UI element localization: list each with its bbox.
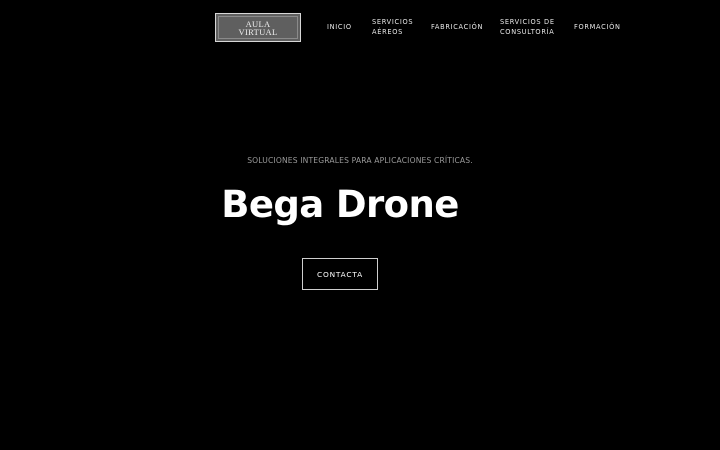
nav-item-label-line-2: CONSULTORÍA [500,28,555,36]
contacta-button[interactable]: CONTACTA [302,258,378,290]
nav-item-servicios-consultoria[interactable]: SERVICIOS DE CONSULTORÍA [500,17,555,37]
site-header: AULA VIRTUAL INICIO SERVICIOS AÉREOS FAB… [0,0,720,56]
nav-item-label: INICIO [327,23,352,31]
hero-tagline: SOLUCIONES INTEGRALES PARA APLICACIONES … [247,156,473,165]
nav-item-label-line-2: AÉREOS [372,28,403,36]
nav-item-servicios-aereos[interactable]: SERVICIOS AÉREOS [372,17,413,37]
nav-item-formacion[interactable]: FORMACIÓN [574,22,621,32]
nav-item-label: FABRICACIÓN [431,23,484,31]
nav-item-label: SERVICIOS DE [500,18,555,26]
main-nav: INICIO SERVICIOS AÉREOS FABRICACIÓN SERV… [0,0,720,56]
hero-title: Bega Drone [221,183,459,226]
nav-item-label: SERVICIOS [372,18,414,26]
nav-item-label: FORMACIÓN [574,23,621,31]
nav-item-inicio[interactable]: INICIO [327,22,352,32]
nav-item-fabricacion[interactable]: FABRICACIÓN [431,22,483,32]
hero-title-wrapper: Bega Drone [0,180,680,230]
page: AULA VIRTUAL INICIO SERVICIOS AÉREOS FAB… [0,0,720,450]
